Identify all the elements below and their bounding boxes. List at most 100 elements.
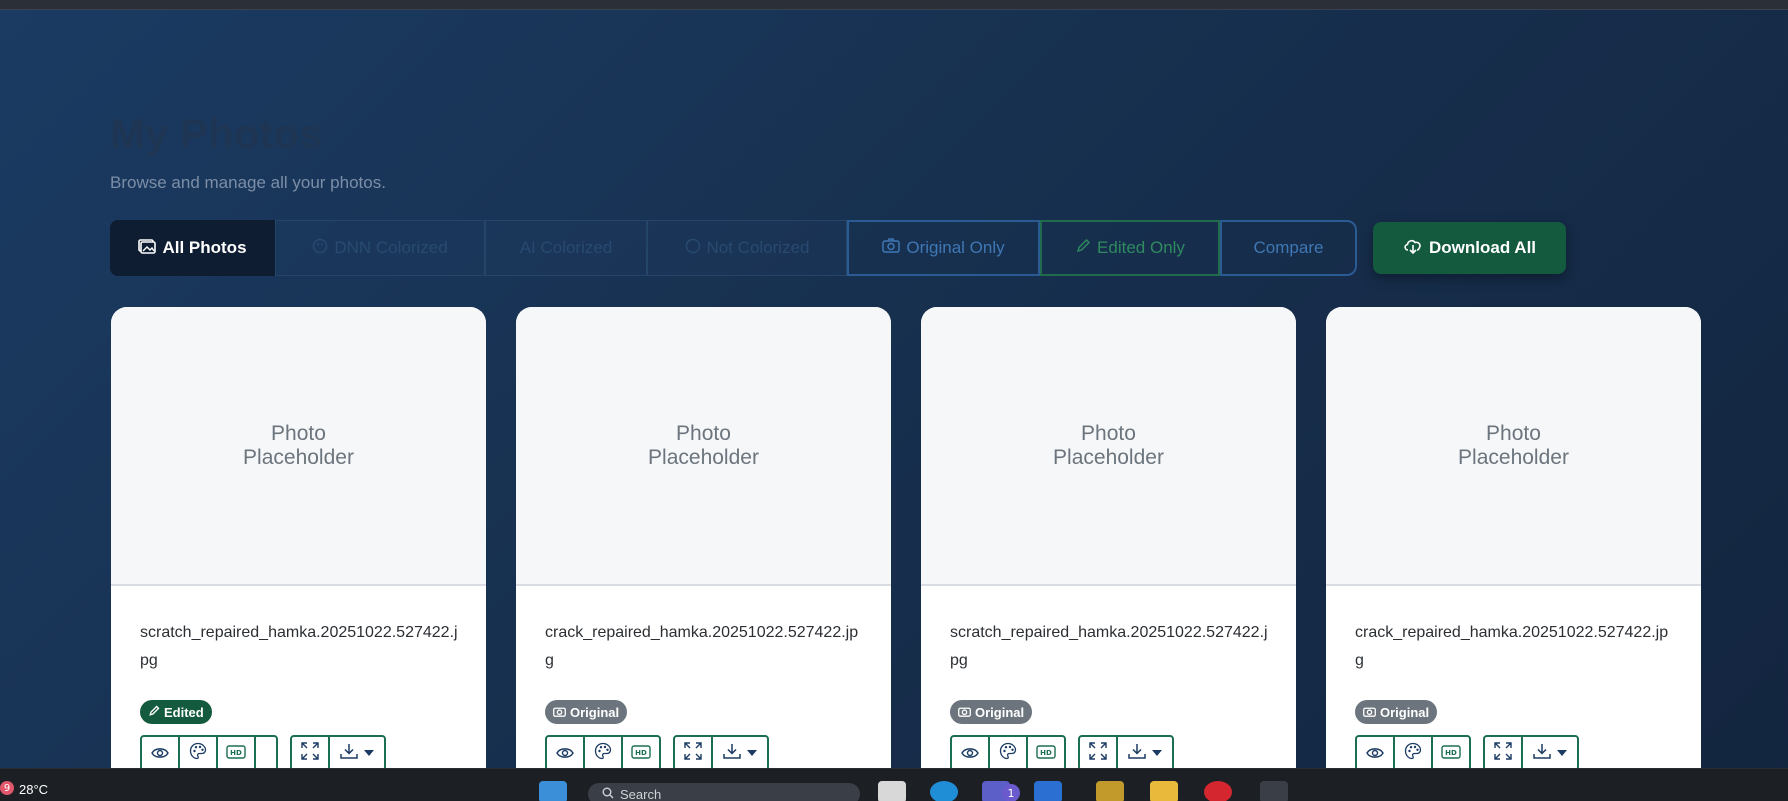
chevron-down-icon (747, 750, 757, 756)
hd-icon: HD (1036, 744, 1056, 763)
file-actions-group (1078, 735, 1174, 771)
download-dropdown-button[interactable] (1116, 735, 1174, 771)
badge-label: Edited (164, 704, 204, 720)
photo-filename: crack_repaired_hamka.20251022.527422.jpg (545, 624, 859, 669)
colorize-button[interactable] (178, 735, 218, 771)
photo-placeholder[interactable]: Photo Placeholder (921, 307, 1296, 586)
page-title: My Photos (110, 110, 323, 157)
status-badge: Original (1355, 700, 1438, 724)
file-actions-group (290, 735, 386, 771)
card-actions: HD (1355, 735, 1579, 771)
hd-button[interactable]: HD (216, 735, 256, 771)
pencil-icon (148, 705, 160, 720)
hd-button[interactable]: HD (1026, 735, 1066, 771)
download-icon (1128, 743, 1146, 763)
filter-edited-only-button[interactable]: Edited Only (1040, 220, 1220, 276)
folder-icon[interactable] (1150, 781, 1178, 801)
filter-label: Not Colorized (706, 238, 810, 257)
view-actions-group: HD (140, 735, 278, 771)
download-dropdown-button[interactable] (1521, 735, 1579, 771)
colorize-button[interactable] (1393, 735, 1433, 771)
fullscreen-button[interactable] (1078, 735, 1118, 771)
filter-ai-colorized-button[interactable]: AI Colorized (485, 220, 647, 276)
svg-text:HD: HD (1445, 749, 1457, 757)
colorize-button[interactable] (988, 735, 1028, 771)
weather-temperature[interactable]: 28°C (19, 782, 48, 797)
fullscreen-button[interactable] (1483, 735, 1523, 771)
more-button[interactable] (254, 735, 278, 771)
weather-badge[interactable]: 9 (0, 781, 14, 795)
camera-icon (882, 238, 901, 258)
view-actions-group: HD (1355, 735, 1471, 771)
search-icon (602, 787, 614, 801)
view-button[interactable] (140, 735, 180, 771)
filter-label: Compare (1253, 238, 1324, 257)
filter-bar: All Photos DNN Colorized AI Colorized No… (110, 220, 1357, 276)
photo-placeholder[interactable]: Photo Placeholder (111, 307, 486, 586)
download-all-button[interactable]: Download All (1373, 222, 1566, 274)
hd-button[interactable]: HD (621, 735, 661, 771)
view-actions-group: HD (545, 735, 661, 771)
photo-card: Photo Placeholder crack_repaired_hamka.2… (516, 307, 891, 777)
filter-not-colorized-button[interactable]: Not Colorized (647, 220, 847, 276)
card-actions: HD (140, 735, 386, 771)
palette-icon (999, 742, 1017, 764)
chevron-down-icon (364, 750, 374, 756)
hd-icon: HD (1441, 744, 1461, 763)
opera-browser-icon[interactable] (1204, 781, 1232, 801)
file-actions-group (1483, 735, 1579, 771)
filter-label: All Photos (162, 238, 247, 257)
card-actions: HD (950, 735, 1174, 771)
download-all-label: Download All (1428, 238, 1537, 257)
circle-icon (685, 238, 701, 259)
file-app-icon[interactable] (878, 781, 906, 801)
photo-placeholder[interactable]: Photo Placeholder (1326, 307, 1701, 586)
eye-icon (151, 744, 169, 763)
eye-icon (961, 744, 979, 763)
eye-icon (556, 744, 574, 763)
hd-icon: HD (631, 744, 651, 763)
svg-text:HD: HD (1040, 749, 1052, 757)
view-actions-group: HD (950, 735, 1066, 771)
badge-label: Original (570, 704, 620, 720)
game-app-icon[interactable] (1096, 781, 1124, 801)
filter-label: AI Colorized (519, 238, 613, 257)
filter-all-photos-button[interactable]: All Photos (110, 220, 275, 276)
pencil-icon (1075, 238, 1091, 259)
card-actions: HD (545, 735, 769, 771)
svg-text:HD: HD (230, 749, 242, 757)
status-badge: Edited (140, 700, 212, 724)
svg-text:HD: HD (635, 749, 647, 757)
view-button[interactable] (1355, 735, 1395, 771)
page-subtitle: Browse and manage all your photos. (110, 173, 386, 192)
photo-card: Photo Placeholder scratch_repaired_hamka… (111, 307, 486, 777)
hd-button[interactable]: HD (1431, 735, 1471, 771)
os-taskbar: 9 28°C Search 1 (0, 768, 1788, 801)
taskbar-search[interactable]: Search (588, 783, 860, 801)
terminal-icon[interactable] (1260, 781, 1288, 801)
photo-placeholder[interactable]: Photo Placeholder (516, 307, 891, 586)
view-button[interactable] (950, 735, 990, 771)
filter-compare-button[interactable]: Compare (1220, 220, 1357, 276)
download-icon (1533, 743, 1551, 763)
download-dropdown-button[interactable] (328, 735, 386, 771)
photo-filename: scratch_repaired_hamka.20251022.527422.j… (140, 624, 458, 669)
palette-icon (1404, 742, 1422, 764)
images-icon (138, 238, 157, 259)
camera-icon (553, 705, 566, 720)
photo-filename: scratch_repaired_hamka.20251022.527422.j… (950, 624, 1268, 669)
palette-icon (594, 742, 612, 764)
view-button[interactable] (545, 735, 585, 771)
fullscreen-button[interactable] (673, 735, 713, 771)
filter-dnn-colorized-button[interactable]: DNN Colorized (275, 220, 485, 276)
download-dropdown-button[interactable] (711, 735, 769, 771)
search-placeholder: Search (620, 786, 662, 801)
colorize-button[interactable] (583, 735, 623, 771)
notification-count-badge: 1 (1002, 784, 1020, 801)
copilot-icon[interactable] (1034, 781, 1062, 801)
fullscreen-button[interactable] (290, 735, 330, 771)
edge-browser-icon[interactable] (930, 781, 958, 801)
filter-original-only-button[interactable]: Original Only (847, 220, 1040, 276)
download-icon (723, 743, 741, 763)
windows-start-icon[interactable] (539, 781, 567, 801)
